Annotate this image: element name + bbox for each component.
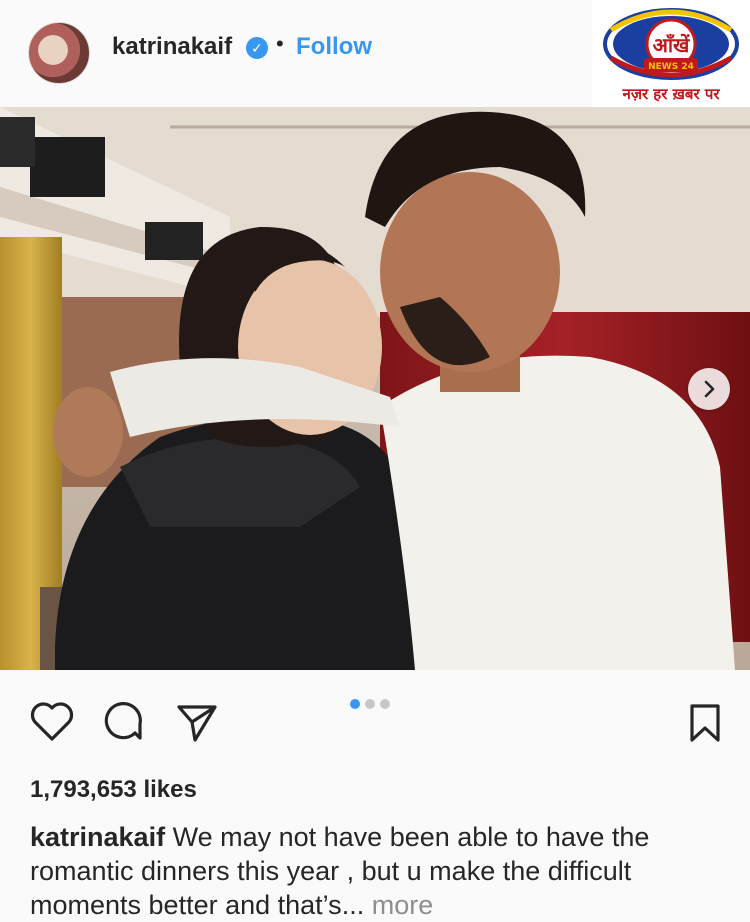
caption-username[interactable]: katrinakaif — [30, 822, 165, 852]
chevron-right-icon — [704, 380, 715, 398]
post-photo[interactable] — [0, 107, 750, 670]
likes-count[interactable]: 1,793,653 likes — [30, 776, 197, 804]
carousel-next-button[interactable] — [688, 368, 730, 410]
caption-ellipsis: ... — [341, 890, 365, 920]
verified-badge-icon: ✓ — [246, 37, 268, 59]
carousel-dot — [350, 699, 360, 709]
comment-bubble-icon[interactable] — [102, 702, 146, 746]
post-actions — [0, 670, 750, 770]
carousel-dot — [380, 699, 390, 709]
carousel-indicator — [350, 699, 390, 709]
heart-icon[interactable] — [30, 702, 74, 742]
post-username[interactable]: katrinakaif — [112, 33, 232, 61]
follow-button[interactable]: Follow — [296, 33, 372, 61]
post-caption: katrinakaif We may not have been able to… — [30, 820, 730, 922]
separator-dot: • — [276, 31, 284, 56]
news-logo-text: आँखें NEWS 24 — [648, 33, 694, 72]
news-logo: आँखें NEWS 24 नज़र हर ख़बर पर — [592, 0, 750, 107]
avatar[interactable] — [28, 22, 90, 84]
bookmark-icon[interactable] — [688, 702, 722, 744]
paper-plane-icon[interactable] — [176, 702, 218, 744]
news-logo-sub: NEWS 24 — [648, 62, 694, 72]
photo-couple — [0, 107, 750, 670]
news-logo-title: आँखें — [653, 33, 691, 57]
carousel-dot — [365, 699, 375, 709]
news-logo-tagline: नज़र हर ख़बर पर — [622, 85, 720, 103]
caption-more-link[interactable]: more — [372, 890, 434, 920]
